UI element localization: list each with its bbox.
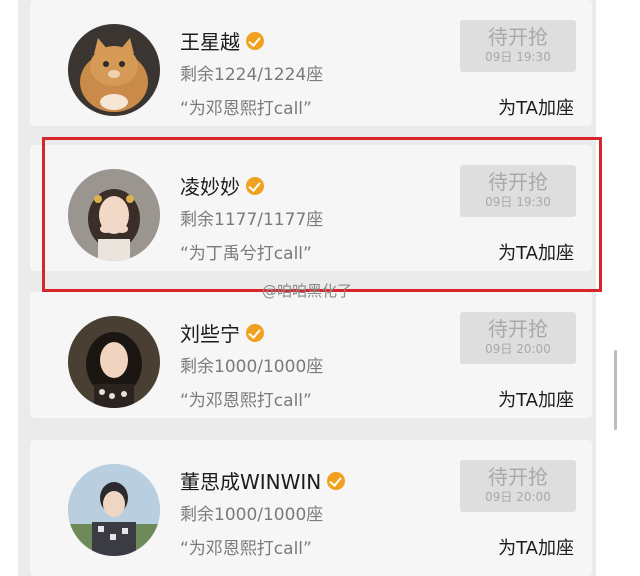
grab-button-label: 待开抢 <box>488 317 548 341</box>
grab-button-label: 待开抢 <box>488 25 548 49</box>
slogan-text: “为邓恩熙打call” <box>180 539 312 559</box>
add-seat-link[interactable]: 为TA加座 <box>498 534 574 560</box>
streamer-name: 董思成WINWIN <box>180 470 322 494</box>
verified-icon <box>246 31 264 50</box>
remaining-seats: 剩余1000/1000座 <box>180 357 324 377</box>
add-seat-link[interactable]: 为TA加座 <box>498 386 574 412</box>
grab-button[interactable]: 待开抢 09日 20:00 <box>460 460 576 512</box>
grab-button[interactable]: 待开抢 09日 20:00 <box>460 312 576 364</box>
grab-button-time: 09日 19:30 <box>485 50 551 64</box>
scrollbar[interactable] <box>614 350 617 430</box>
name-label: 董思成WINWIN <box>180 466 346 495</box>
list-item[interactable]: 王星越 剩余1224/1224座 “为邓恩熙打call” 待开抢 09日 19:… <box>30 0 592 126</box>
cat-avatar-icon[interactable] <box>68 24 160 116</box>
watermark: @咱咱黑化了 <box>262 282 353 300</box>
name-label: 王星越 <box>180 26 264 55</box>
grab-button[interactable]: 待开抢 09日 19:30 <box>460 20 576 72</box>
list-item[interactable]: 董思成WINWIN 剩余1000/1000座 “为邓恩熙打call” 待开抢 0… <box>30 440 592 576</box>
verified-icon <box>246 323 264 342</box>
grab-button-time: 09日 20:00 <box>485 490 551 504</box>
highlight-box <box>42 137 602 292</box>
man-avatar-icon[interactable] <box>68 464 160 556</box>
grab-button-time: 09日 20:00 <box>485 342 551 356</box>
remaining-seats: 剩余1000/1000座 <box>180 505 324 525</box>
streamer-name: 刘些宁 <box>180 322 240 346</box>
slogan-text: “为邓恩熙打call” <box>180 391 312 411</box>
slogan-text: “为邓恩熙打call” <box>180 99 312 119</box>
streamer-name: 王星越 <box>180 30 240 54</box>
woman-avatar-icon[interactable] <box>68 316 160 408</box>
remaining-seats: 剩余1224/1224座 <box>180 65 324 85</box>
name-label: 刘些宁 <box>180 318 264 347</box>
grab-button-label: 待开抢 <box>488 465 548 489</box>
verified-icon <box>327 471 346 490</box>
add-seat-link[interactable]: 为TA加座 <box>498 94 574 120</box>
list-item[interactable]: 刘些宁 剩余1000/1000座 “为邓恩熙打call” 待开抢 09日 20:… <box>30 292 592 418</box>
